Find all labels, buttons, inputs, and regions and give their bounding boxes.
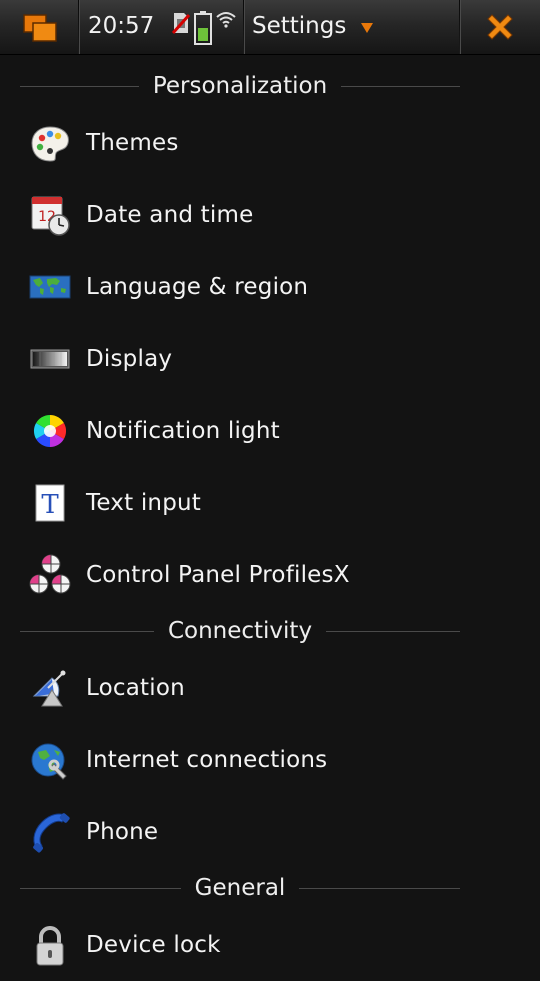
settings-item-internet-connections[interactable]: Internet connections [0,724,540,796]
padlock-icon [28,923,72,967]
settings-item-label: Notification light [86,418,280,444]
settings-item-device-lock[interactable]: Device lock [0,909,540,981]
divider [20,630,154,632]
status-separator [243,0,245,54]
satellite-icon [28,666,72,710]
clock: 20:57 [88,13,155,39]
divider [20,85,139,87]
profiles-icon [28,553,72,597]
settings-item-themes[interactable]: Themes [0,107,540,179]
status-separator [78,0,80,54]
menu-dropdown-arrow-icon[interactable] [361,23,373,33]
color-wheel-icon [28,409,72,453]
calendar-clock-icon: 12 [28,193,72,237]
settings-item-label: Control Panel ProfilesX [86,562,350,588]
settings-item-text-input[interactable]: T Text input [0,467,540,539]
divider [341,85,461,87]
settings-item-language-and-region[interactable]: Language & region [0,251,540,323]
divider [299,887,460,889]
no-sim-icon [171,12,191,34]
text-input-icon: T [28,481,72,525]
palette-icon [28,121,72,165]
section-title: Personalization [152,73,328,99]
close-icon [487,14,513,40]
section-header-personalization: Personalization [20,71,461,101]
settings-item-label: Display [86,346,173,372]
settings-item-label: Language & region [86,274,309,300]
battery-icon [194,11,212,45]
globe-wrench-icon [28,738,72,782]
divider [326,630,460,632]
settings-item-display[interactable]: Display [0,323,540,395]
settings-item-label: Internet connections [86,747,328,773]
svg-text:T: T [41,490,59,520]
task-switcher-icon[interactable] [22,13,58,43]
section-header-general: General [20,873,460,903]
divider [20,887,181,889]
status-bar: 20:57 Settings [0,0,540,55]
settings-item-label: Themes [86,130,179,156]
close-button[interactable] [462,0,540,54]
wifi-icon [215,10,237,28]
status-separator [459,0,461,54]
section-title: General [194,875,286,901]
brightness-icon [28,337,72,381]
settings-item-label: Device lock [86,932,221,958]
view-menu-title[interactable]: Settings [252,13,346,39]
settings-item-date-and-time[interactable]: 12 Date and time [0,179,540,251]
phone-icon [28,810,72,854]
settings-item-label: Location [86,675,185,701]
settings-item-notification-light[interactable]: Notification light [0,395,540,467]
settings-item-label: Text input [86,490,201,516]
settings-item-control-panel-profilesx[interactable]: Control Panel ProfilesX [0,539,540,611]
settings-item-label: Date and time [86,202,254,228]
settings-item-phone[interactable]: Phone [0,796,540,868]
settings-item-location[interactable]: Location [0,652,540,724]
world-map-icon [28,265,72,309]
section-header-connectivity: Connectivity [20,616,460,646]
section-title: Connectivity [167,618,313,644]
settings-item-label: Phone [86,819,159,845]
